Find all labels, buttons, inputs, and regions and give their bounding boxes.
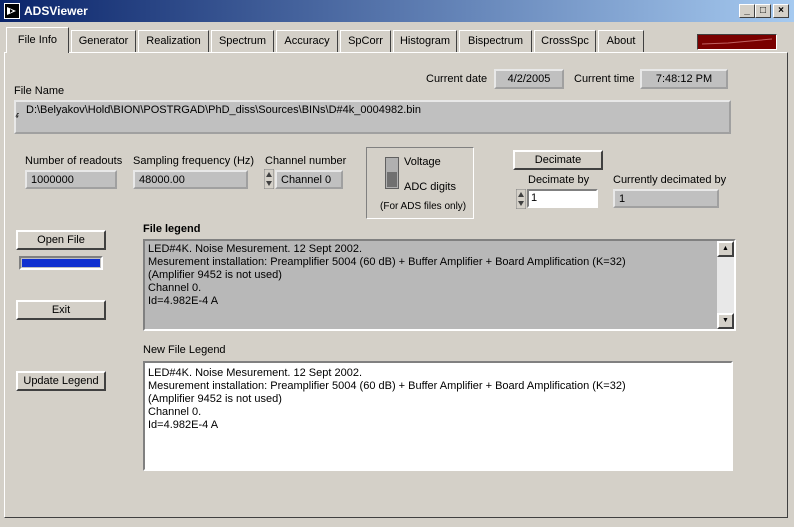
- tab-generator[interactable]: Generator: [71, 30, 136, 52]
- scroll-down-button[interactable]: ▼: [717, 313, 734, 329]
- current-time-label: Current time: [574, 73, 635, 85]
- voltage-option-label: Voltage: [404, 156, 441, 168]
- current-date-label: Current date: [426, 73, 488, 85]
- tab-spcorr[interactable]: SpCorr: [340, 30, 391, 52]
- new-file-legend-title: New File Legend: [143, 344, 226, 356]
- decimate-by-spinner[interactable]: [515, 188, 527, 210]
- new-file-legend-box[interactable]: LED#4K. Noise Mesurement. 12 Sept 2002. …: [143, 361, 733, 471]
- channel-number-label: Channel number: [265, 155, 347, 167]
- update-legend-button[interactable]: Update Legend: [16, 371, 106, 391]
- sampling-frequency-label: Sampling frequency (Hz): [133, 155, 255, 167]
- scroll-up-button[interactable]: ▲: [717, 241, 734, 257]
- tab-crossspc[interactable]: CrossSpc: [534, 30, 596, 52]
- tab-spectrum[interactable]: Spectrum: [211, 30, 274, 52]
- decimate-button[interactable]: Decimate: [513, 150, 603, 170]
- file-legend-box: LED#4K. Noise Mesurement. 12 Sept 2002. …: [143, 239, 736, 331]
- tab-accuracy[interactable]: Accuracy: [276, 30, 338, 52]
- minimize-button[interactable]: _: [739, 4, 755, 18]
- tab-histogram[interactable]: Histogram: [393, 30, 457, 52]
- file-legend-title: File legend: [143, 223, 201, 235]
- tab-file-info[interactable]: File Info: [6, 27, 69, 53]
- currently-decimated-label: Currently decimated by: [613, 174, 727, 186]
- file-path-field: D:\Belyakov\Hold\BION\POSTRGAD\PhD_diss\…: [14, 100, 731, 134]
- units-toggle-switch[interactable]: [385, 157, 399, 189]
- file-legend-text: LED#4K. Noise Mesurement. 12 Sept 2002. …: [148, 243, 626, 307]
- progress-fill: [22, 259, 100, 267]
- close-button[interactable]: ×: [773, 4, 789, 18]
- file-name-label: File Name: [14, 85, 65, 97]
- file-legend-scrollbar[interactable]: ▲ ▼: [717, 241, 734, 329]
- current-date-value: 4/2/2005: [494, 69, 564, 89]
- open-file-button[interactable]: Open File: [16, 230, 106, 250]
- tab-bispectrum[interactable]: Bispectrum: [459, 30, 532, 52]
- sampling-frequency-value: 48000.00: [133, 170, 248, 189]
- tab-realization[interactable]: Realization: [138, 30, 209, 52]
- exit-button[interactable]: Exit: [16, 300, 106, 320]
- status-indicator: [697, 34, 777, 50]
- decimate-by-label: Decimate by: [528, 174, 590, 186]
- number-of-readouts-label: Number of readouts: [25, 155, 123, 167]
- currently-decimated-value: 1: [613, 189, 719, 208]
- channel-spinner[interactable]: [263, 168, 275, 190]
- number-of-readouts-value: 1000000: [25, 170, 117, 189]
- maximize-button[interactable]: □: [755, 4, 771, 18]
- file-path-value: D:\Belyakov\Hold\BION\POSTRGAD\PhD_diss\…: [26, 104, 421, 116]
- app-icon: [4, 3, 20, 19]
- path-icon: ᵳ: [16, 110, 19, 120]
- window-title: ADSViewer: [24, 4, 88, 18]
- file-load-progress-bar: [19, 256, 103, 270]
- decimate-by-input[interactable]: 1: [527, 189, 598, 208]
- tab-about[interactable]: About: [598, 30, 644, 52]
- adc-digits-option-label: ADC digits: [404, 181, 456, 193]
- title-bar[interactable]: ADSViewer _ □ ×: [0, 0, 794, 22]
- current-time-value: 7:48:12 PM: [640, 69, 728, 89]
- ads-files-note: (For ADS files only): [380, 201, 467, 212]
- new-file-legend-text[interactable]: LED#4K. Noise Mesurement. 12 Sept 2002. …: [145, 365, 729, 469]
- channel-number-value[interactable]: Channel 0: [275, 170, 343, 189]
